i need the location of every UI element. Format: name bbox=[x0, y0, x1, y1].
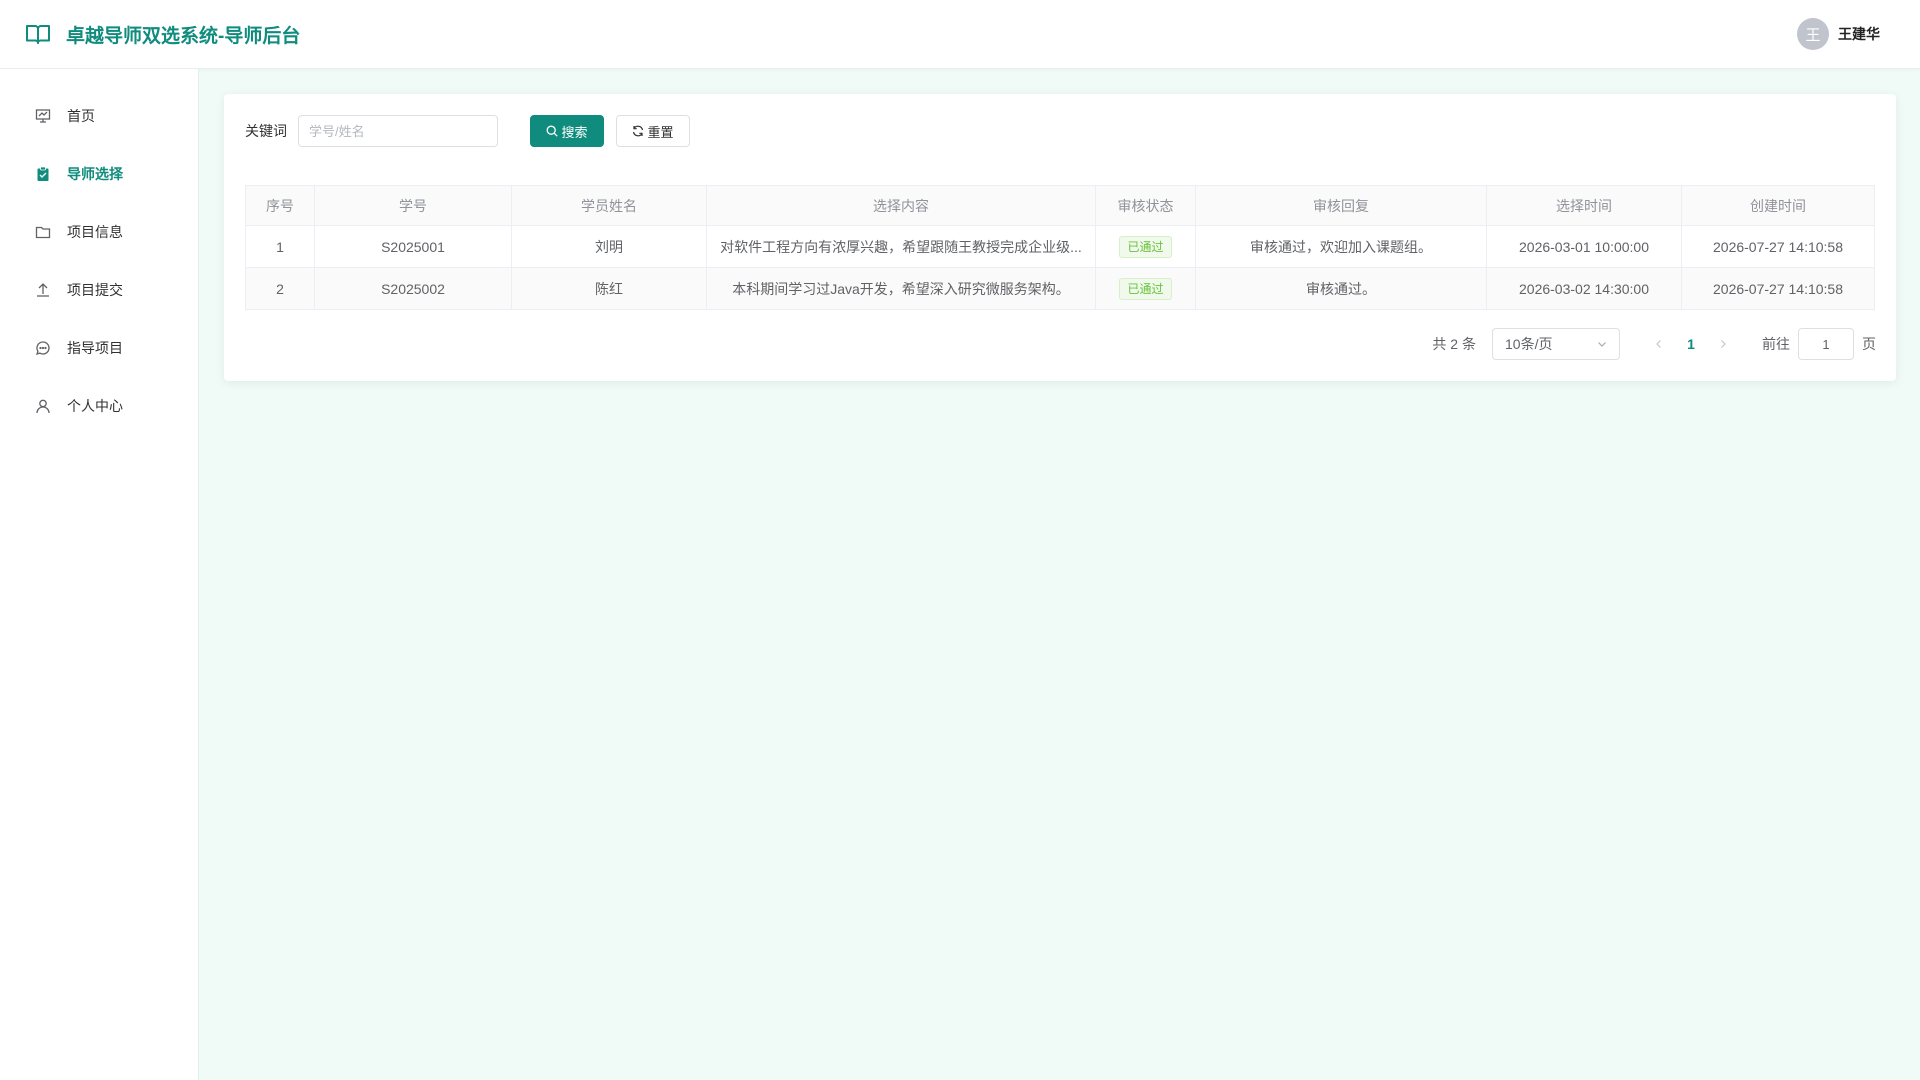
sidebar-item-label: 指导项目 bbox=[67, 340, 123, 356]
search-button-label: 搜索 bbox=[561, 124, 588, 140]
app-title: 卓越导师双选系统-导师后台 bbox=[66, 25, 301, 47]
page-number-current[interactable]: 1 bbox=[1674, 336, 1708, 352]
sidebar-item-label: 个人中心 bbox=[67, 398, 123, 414]
sidebar-item-tutor-selection[interactable]: 导师选择 bbox=[0, 145, 198, 203]
column-header: 选择时间 bbox=[1486, 185, 1682, 226]
top-header: 卓越导师双选系统-导师后台 王 王建华 bbox=[0, 0, 1920, 69]
chevron-down-icon bbox=[1597, 336, 1607, 352]
content-card: 关键词 搜索 重置 序号 学号 学员姓名 选择内容 审核状态 bbox=[224, 94, 1896, 381]
clipboard-check-icon bbox=[34, 165, 52, 183]
folder-icon bbox=[34, 223, 52, 241]
user-name[interactable]: 王建华 bbox=[1838, 24, 1880, 44]
sidebar: 首页 导师选择 项目信息 项目提交 指导项目 个人中心 bbox=[0, 69, 199, 1080]
avatar[interactable]: 王 bbox=[1797, 18, 1829, 50]
column-header: 序号 bbox=[245, 185, 315, 226]
cell-reply: 审核通过，欢迎加入课题组。 bbox=[1195, 225, 1487, 268]
cell-status: 已通过 bbox=[1095, 225, 1196, 268]
goto-page-input[interactable] bbox=[1798, 328, 1854, 360]
sidebar-item-label: 导师选择 bbox=[67, 166, 123, 182]
chevron-right-icon bbox=[1721, 340, 1726, 348]
cell-student-id: S2025002 bbox=[314, 267, 512, 310]
sidebar-item-project-submit[interactable]: 项目提交 bbox=[0, 261, 198, 319]
cell-index: 2 bbox=[245, 267, 315, 310]
cell-content: 本科期间学习过Java开发，希望深入研究微服务架构。 bbox=[706, 267, 1096, 310]
table-row[interactable]: 2 S2025002 陈红 本科期间学习过Java开发，希望深入研究微服务架构。… bbox=[245, 267, 1875, 310]
cell-select-time: 2026-03-01 10:00:00 bbox=[1486, 225, 1682, 268]
presentation-icon bbox=[34, 107, 52, 125]
brand: 卓越导师双选系统-导师后台 bbox=[24, 20, 300, 48]
reset-button-label: 重置 bbox=[647, 124, 674, 140]
search-icon bbox=[546, 125, 559, 137]
column-header: 学号 bbox=[314, 185, 512, 226]
open-book-icon bbox=[24, 20, 52, 48]
pagination: 共 2 条 10条/页 1 前往 页 bbox=[1432, 328, 1876, 360]
cell-reply: 审核通过。 bbox=[1195, 267, 1487, 310]
column-header: 创建时间 bbox=[1681, 185, 1875, 226]
sidebar-item-label: 首页 bbox=[67, 108, 95, 124]
page-suffix-label: 页 bbox=[1862, 336, 1876, 352]
user-menu[interactable]: 王 王建华 bbox=[1797, 18, 1880, 50]
cell-create-time: 2026-07-27 14:10:58 bbox=[1681, 267, 1875, 310]
table-row[interactable]: 1 S2025001 刘明 对软件工程方向有浓厚兴趣，希望跟随王教授完成企业级.… bbox=[245, 225, 1875, 268]
sidebar-item-label: 项目信息 bbox=[67, 224, 123, 240]
cell-create-time: 2026-07-27 14:10:58 bbox=[1681, 225, 1875, 268]
column-header: 选择内容 bbox=[706, 185, 1096, 226]
sidebar-item-project-info[interactable]: 项目信息 bbox=[0, 203, 198, 261]
column-header: 学员姓名 bbox=[511, 185, 707, 226]
search-input[interactable] bbox=[298, 115, 498, 147]
cell-name: 刘明 bbox=[511, 225, 707, 268]
cell-student-id: S2025001 bbox=[314, 225, 512, 268]
column-header: 审核回复 bbox=[1195, 185, 1487, 226]
cell-index: 1 bbox=[245, 225, 315, 268]
cell-content: 对软件工程方向有浓厚兴趣，希望跟随王教授完成企业级... bbox=[706, 225, 1096, 268]
status-badge: 已通过 bbox=[1119, 277, 1172, 300]
upload-icon bbox=[34, 281, 52, 299]
goto-label: 前往 bbox=[1762, 336, 1790, 352]
cell-name: 陈红 bbox=[511, 267, 707, 310]
refresh-icon bbox=[632, 125, 644, 137]
search-button[interactable]: 搜索 bbox=[530, 115, 604, 147]
sidebar-item-personal-center[interactable]: 个人中心 bbox=[0, 377, 198, 435]
status-badge: 已通过 bbox=[1119, 235, 1172, 258]
next-page-button[interactable] bbox=[1708, 330, 1738, 358]
user-icon bbox=[34, 397, 52, 415]
cell-select-time: 2026-03-02 14:30:00 bbox=[1486, 267, 1682, 310]
table-header-row: 序号 学号 学员姓名 选择内容 审核状态 审核回复 选择时间 创建时间 bbox=[245, 185, 1875, 226]
column-header: 审核状态 bbox=[1095, 185, 1196, 226]
search-bar: 关键词 搜索 重置 bbox=[245, 115, 690, 147]
reset-button[interactable]: 重置 bbox=[616, 115, 690, 147]
page-size-select[interactable]: 10条/页 bbox=[1492, 328, 1620, 360]
chevron-left-icon bbox=[1656, 340, 1661, 348]
pagination-total: 共 2 条 bbox=[1432, 336, 1476, 352]
selection-table: 序号 学号 学员姓名 选择内容 审核状态 审核回复 选择时间 创建时间 1 S2… bbox=[245, 185, 1875, 310]
chat-icon bbox=[34, 339, 52, 357]
page-size-value: 10条/页 bbox=[1505, 336, 1553, 352]
cell-status: 已通过 bbox=[1095, 267, 1196, 310]
sidebar-item-label: 项目提交 bbox=[67, 282, 123, 298]
sidebar-item-home[interactable]: 首页 bbox=[0, 87, 198, 145]
sidebar-item-guided-projects[interactable]: 指导项目 bbox=[0, 319, 198, 377]
prev-page-button[interactable] bbox=[1644, 330, 1674, 358]
keyword-label: 关键词 bbox=[245, 123, 287, 139]
